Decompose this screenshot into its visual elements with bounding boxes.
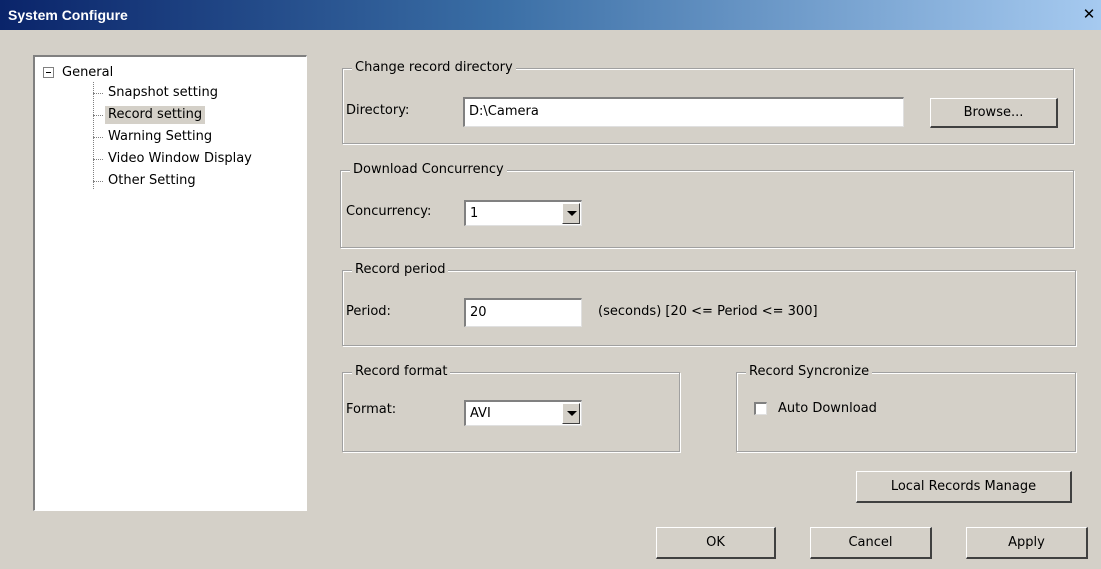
- tree-root-general[interactable]: General: [43, 63, 113, 81]
- group-legend: Record period: [352, 262, 449, 278]
- apply-button[interactable]: Apply: [966, 527, 1088, 559]
- local-records-manage-button[interactable]: Local Records Manage: [856, 471, 1072, 503]
- format-label: Format:: [346, 402, 397, 417]
- directory-label: Directory:: [346, 103, 410, 118]
- title-bar: System Configure: [0, 0, 1101, 30]
- tree-item-other-setting[interactable]: Other Setting: [93, 171, 199, 191]
- tree-root-label: General: [62, 64, 114, 80]
- tree-item-warning-setting[interactable]: Warning Setting: [93, 127, 215, 147]
- chevron-down-icon[interactable]: [562, 403, 580, 424]
- auto-download-checkbox[interactable]: [754, 402, 767, 415]
- browse-button[interactable]: Browse...: [930, 98, 1058, 128]
- concurrency-select[interactable]: 1: [464, 200, 582, 226]
- tree-item-label: Warning Setting: [108, 129, 213, 144]
- settings-tree[interactable]: General Snapshot setting Record setting …: [33, 55, 307, 511]
- period-label: Period:: [346, 304, 391, 319]
- period-input[interactable]: 20: [464, 298, 582, 327]
- auto-download-label[interactable]: Auto Download: [778, 399, 877, 419]
- directory-input[interactable]: D:\Camera: [463, 97, 904, 127]
- chevron-down-icon[interactable]: [562, 203, 580, 224]
- group-legend: Record Syncronize: [746, 364, 873, 380]
- concurrency-label: Concurrency:: [346, 204, 432, 219]
- collapse-icon[interactable]: [43, 66, 54, 78]
- download-concurrency-group: Download Concurrency: [340, 162, 1074, 248]
- close-icon[interactable]: ✕: [1081, 7, 1097, 22]
- tree-item-label: Record setting: [105, 106, 206, 124]
- format-select[interactable]: AVI: [464, 400, 582, 426]
- group-legend: Record format: [352, 364, 451, 380]
- group-legend: Change record directory: [352, 60, 516, 76]
- tree-item-snapshot-setting[interactable]: Snapshot setting: [93, 83, 221, 103]
- tree-item-label: Video Window Display: [108, 151, 252, 166]
- tree-item-label: Snapshot setting: [108, 85, 218, 100]
- period-hint: (seconds) [20 <= Period <= 300]: [598, 304, 818, 319]
- tree-item-video-window-display[interactable]: Video Window Display: [93, 149, 255, 169]
- group-legend: Download Concurrency: [350, 162, 507, 178]
- ok-button[interactable]: OK: [656, 527, 776, 559]
- window-title: System Configure: [8, 7, 128, 23]
- concurrency-value: 1: [470, 206, 479, 221]
- tree-item-record-setting[interactable]: Record setting: [93, 105, 206, 125]
- format-value: AVI: [470, 406, 491, 421]
- tree-item-label: Other Setting: [108, 173, 196, 188]
- cancel-button[interactable]: Cancel: [810, 527, 932, 559]
